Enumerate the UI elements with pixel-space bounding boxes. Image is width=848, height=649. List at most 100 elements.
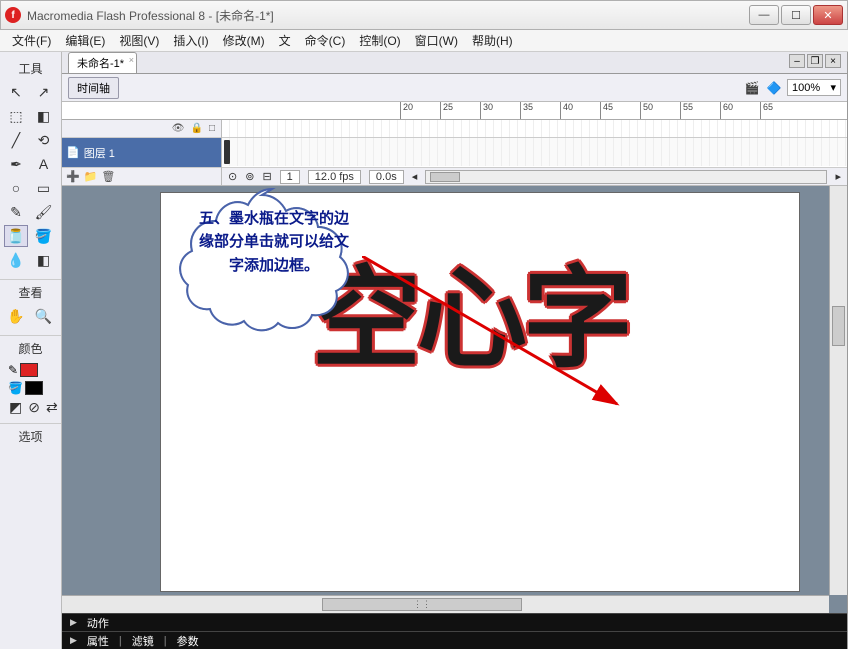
ruler-tick: 30 xyxy=(480,102,493,120)
onion-skin-icon[interactable]: ⊙ xyxy=(228,170,237,183)
eraser-tool[interactable]: ◧ xyxy=(32,249,56,271)
workspace: 未命名-1* × – ❐ × 时间轴 🎬 🔷 100% ▾ 20 25 xyxy=(62,52,847,649)
menu-view[interactable]: 视图(V) xyxy=(113,30,165,51)
timeline-button[interactable]: 时间轴 xyxy=(68,77,119,99)
ruler-tick: 20 xyxy=(400,102,413,120)
outline-icon[interactable]: □ xyxy=(209,123,215,134)
onion-outline-icon[interactable]: ⊚ xyxy=(245,170,254,183)
toolbox: 工具 ↖ ↗ ⬚ ◧ ╱ ⟲ ✒ A ○ ▭ ✎ 🖌 🫙 🪣 💧 ◧ 查看 ✋ … xyxy=(0,52,62,649)
doc-restore-button[interactable]: ❐ xyxy=(807,54,823,68)
menu-file[interactable]: 文件(F) xyxy=(6,30,57,51)
options-label: 选项 xyxy=(0,424,61,447)
ruler-tick: 65 xyxy=(760,102,773,120)
actions-panel-header[interactable]: ▶ 动作 xyxy=(62,613,847,631)
pen-tool[interactable]: ✒ xyxy=(4,153,28,175)
paint-bucket-tool[interactable]: 🪣 xyxy=(32,225,56,247)
layer-row[interactable]: 📄 图层 1 xyxy=(62,138,221,167)
new-layer-icon[interactable]: ➕ xyxy=(66,170,80,183)
stage-area: 空心字 五、墨水瓶在文字的边缘部分单击就可以给文字添加边框。 ⋮⋮ xyxy=(62,186,847,613)
lock-icon[interactable]: 🔒 xyxy=(191,123,203,134)
scroll-left-icon[interactable]: ◂ xyxy=(412,170,418,183)
oval-tool[interactable]: ○ xyxy=(4,177,28,199)
callout-text: 五、墨水瓶在文字的边缘部分单击就可以给文字添加边框。 xyxy=(194,208,354,278)
eyedropper-tool[interactable]: 💧 xyxy=(4,249,28,271)
keyframe[interactable] xyxy=(224,140,230,164)
layer-icon: 📄 xyxy=(66,146,80,159)
default-colors-icon[interactable]: ◩ xyxy=(8,399,23,415)
stroke-color-swatch[interactable] xyxy=(20,363,38,377)
rectangle-tool[interactable]: ▭ xyxy=(32,177,56,199)
timeline-panel: 👁 🔒 □ 📄 图层 1 ➕ 📁 🗑 ⊙ xyxy=(62,120,847,186)
free-transform-tool[interactable]: ⬚ xyxy=(4,105,28,127)
scene-icon[interactable]: 🎬 xyxy=(743,80,761,96)
edit-multi-icon[interactable]: ⊟ xyxy=(262,170,271,183)
actions-label: 动作 xyxy=(87,615,109,631)
app-icon: f xyxy=(5,7,21,23)
window-title: Macromedia Flash Professional 8 - [未命名-1… xyxy=(27,7,749,24)
ruler-tick: 45 xyxy=(600,102,613,120)
title-bar: f Macromedia Flash Professional 8 - [未命名… xyxy=(0,0,848,30)
timeline-ruler[interactable]: 20 25 30 35 40 45 50 55 60 65 xyxy=(62,102,847,120)
line-tool[interactable]: ╱ xyxy=(4,129,28,151)
menu-control[interactable]: 控制(O) xyxy=(353,30,406,51)
chevron-down-icon: ▾ xyxy=(830,81,836,94)
properties-label: 属性 xyxy=(87,633,109,649)
params-label: 参数 xyxy=(177,633,199,649)
zoom-tool[interactable]: 🔍 xyxy=(32,305,56,327)
menu-help[interactable]: 帮助(H) xyxy=(466,30,519,51)
pencil-tool[interactable]: ✎ xyxy=(4,201,28,223)
gradient-tool[interactable]: ◧ xyxy=(32,105,56,127)
doc-minimize-button[interactable]: – xyxy=(789,54,805,68)
ruler-tick: 60 xyxy=(720,102,733,120)
document-tab-label: 未命名-1* xyxy=(77,58,124,70)
tab-close-icon[interactable]: × xyxy=(129,55,134,65)
scroll-right-icon[interactable]: ▸ xyxy=(835,170,841,183)
menu-insert[interactable]: 插入(I) xyxy=(167,30,214,51)
vertical-scrollbar[interactable] xyxy=(829,186,847,595)
brush-tool[interactable]: 🖌 xyxy=(32,201,56,223)
fps-display: 12.0 fps xyxy=(308,170,361,184)
document-tab[interactable]: 未命名-1* × xyxy=(68,52,137,73)
properties-panel-header[interactable]: ▶ 属性 | 滤镜 | 参数 xyxy=(62,631,847,649)
colors-label: 颜色 xyxy=(0,336,61,359)
timeline-toolbar: 时间轴 🎬 🔷 100% ▾ xyxy=(62,74,847,102)
close-button[interactable]: ✕ xyxy=(813,5,843,25)
doc-close-button[interactable]: × xyxy=(825,54,841,68)
menu-edit[interactable]: 编辑(E) xyxy=(59,30,111,51)
menu-text[interactable]: 文 xyxy=(273,30,297,51)
menu-commands[interactable]: 命令(C) xyxy=(299,30,352,51)
selection-tool[interactable]: ↖ xyxy=(4,81,28,103)
no-color-icon[interactable]: ⊘ xyxy=(27,399,41,415)
eye-icon[interactable]: 👁 xyxy=(172,123,185,134)
current-frame: 1 xyxy=(280,170,300,184)
frames-scrollbar[interactable] xyxy=(425,170,827,184)
expand-icon: ▶ xyxy=(70,635,77,646)
subselect-tool[interactable]: ↗ xyxy=(32,81,56,103)
fill-color-swatch[interactable] xyxy=(25,381,43,395)
bottom-panels: ▶ 动作 ▶ 属性 | 滤镜 | 参数 xyxy=(62,613,847,649)
new-folder-icon[interactable]: 📁 xyxy=(84,170,98,183)
maximize-button[interactable]: ☐ xyxy=(781,5,811,25)
menu-window[interactable]: 窗口(W) xyxy=(409,30,464,51)
layer-name: 图层 1 xyxy=(84,145,115,161)
minimize-button[interactable]: — xyxy=(749,5,779,25)
ruler-tick: 40 xyxy=(560,102,573,120)
tutorial-callout: 五、墨水瓶在文字的边缘部分单击就可以给文字添加边框。 xyxy=(162,186,382,344)
horizontal-scrollbar[interactable]: ⋮⋮ xyxy=(62,595,829,613)
frames-area[interactable]: ⊙ ⊚ ⊟ 1 12.0 fps 0.0s ◂ ▸ xyxy=(222,120,847,185)
ink-bottle-tool[interactable]: 🫙 xyxy=(4,225,28,247)
text-tool[interactable]: A xyxy=(32,153,56,175)
lasso-tool[interactable]: ⟲ xyxy=(32,129,56,151)
zoom-selector[interactable]: 100% ▾ xyxy=(787,79,841,96)
stroke-pencil-icon: ✎ xyxy=(8,363,18,377)
elapsed-display: 0.0s xyxy=(369,170,404,184)
delete-layer-icon[interactable]: 🗑 xyxy=(101,170,115,183)
symbol-icon[interactable]: 🔷 xyxy=(765,80,783,96)
zoom-value: 100% xyxy=(792,82,820,94)
document-tab-bar: 未命名-1* × – ❐ × xyxy=(62,52,847,74)
swap-colors-icon[interactable]: ⇄ xyxy=(45,399,59,415)
menu-modify[interactable]: 修改(M) xyxy=(217,30,271,51)
scrollbar-thumb[interactable]: ⋮⋮ xyxy=(322,598,522,611)
hand-tool[interactable]: ✋ xyxy=(4,305,28,327)
ruler-tick: 25 xyxy=(440,102,453,120)
